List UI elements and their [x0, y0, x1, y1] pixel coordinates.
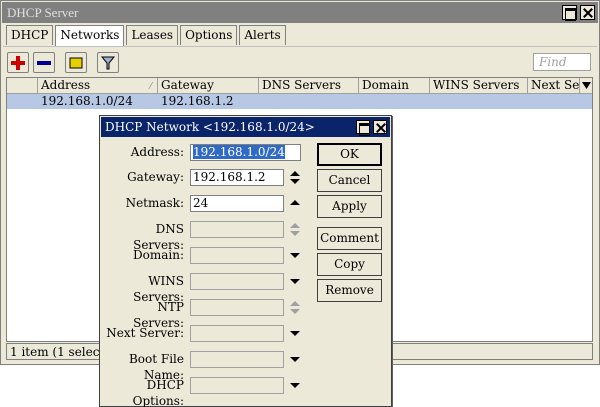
spin-up-icon[interactable]: [290, 223, 300, 228]
gateway-label: Gateway:: [127, 170, 184, 184]
remove-button[interactable]: Remove: [317, 279, 382, 302]
spin-up-icon[interactable]: [290, 301, 300, 306]
table-header: Address ⁄ Gateway DNS Servers Domain WIN…: [7, 78, 592, 94]
ntp-servers-spinner[interactable]: [289, 299, 301, 316]
tab-networks[interactable]: Networks: [55, 25, 125, 46]
wins-servers-field[interactable]: [190, 273, 284, 290]
address-field[interactable]: 192.168.1.0/24: [190, 144, 301, 161]
column-header-wins-servers[interactable]: WINS Servers: [430, 78, 528, 94]
netmask-spinner[interactable]: [289, 195, 301, 212]
ntp-servers-label: NTP Servers:: [133, 300, 184, 330]
column-header-next-server[interactable]: Next Serve: [528, 78, 580, 94]
filter-button[interactable]: [97, 52, 119, 73]
window-titlebar[interactable]: DHCP Server: [2, 2, 598, 23]
dhcp-options-field[interactable]: [190, 377, 284, 394]
gateway-spinner[interactable]: [289, 169, 301, 186]
dialog-titlebar[interactable]: DHCP Network <192.168.1.0/24>: [101, 117, 390, 137]
boot-file-name-label: Boot File Name:: [128, 352, 184, 382]
column-header-gateway[interactable]: Gateway: [158, 78, 259, 94]
maximize-icon[interactable]: [562, 5, 577, 21]
address-label: Address:: [130, 145, 184, 159]
copy-button[interactable]: Copy: [317, 253, 382, 276]
cell-address: 192.168.1.0/24: [41, 94, 133, 108]
gateway-field[interactable]: 192.168.1.2: [190, 169, 284, 186]
chevron-down-icon[interactable]: [290, 357, 300, 362]
dhcp-network-dialog: DHCP Network <192.168.1.0/24> Address: 1…: [99, 115, 392, 407]
plus-icon: [11, 56, 25, 70]
column-header-domain[interactable]: Domain: [359, 78, 430, 94]
next-server-field[interactable]: [190, 325, 284, 342]
chevron-down-icon[interactable]: [290, 383, 300, 388]
table-row[interactable]: 192.168.1.0/24 192.168.1.2: [7, 94, 592, 109]
tab-dhcp[interactable]: DHCP: [6, 25, 54, 45]
chevron-down-icon[interactable]: [290, 253, 300, 258]
domain-dropdown[interactable]: [289, 247, 301, 264]
column-header-dns-servers[interactable]: DNS Servers: [259, 78, 359, 94]
cell-gateway: 192.168.1.2: [161, 94, 234, 108]
spin-down-icon[interactable]: [290, 231, 300, 236]
dhcp-options-label: DHCP Options:: [132, 378, 184, 407]
next-server-label: Next Server:: [106, 326, 184, 340]
note-icon: [69, 57, 83, 69]
tab-alerts[interactable]: Alerts: [239, 25, 286, 45]
close-icon[interactable]: [580, 5, 595, 20]
tab-options[interactable]: Options: [180, 25, 238, 45]
dns-servers-label: DNS Servers:: [133, 222, 184, 252]
dialog-maximize-icon[interactable]: [356, 120, 370, 136]
find-input[interactable]: Find: [533, 53, 591, 71]
dhcp-options-dropdown[interactable]: [289, 377, 301, 394]
spin-up-icon[interactable]: [290, 171, 300, 176]
boot-file-name-dropdown[interactable]: [289, 351, 301, 368]
chevron-down-icon[interactable]: [290, 331, 300, 336]
netmask-field[interactable]: 24: [190, 195, 284, 212]
dialog-close-icon[interactable]: [373, 120, 387, 134]
domain-label: Domain:: [133, 248, 184, 262]
domain-field[interactable]: [190, 247, 284, 264]
tab-bar: DHCP Networks Leases Options Alerts: [6, 25, 288, 46]
column-header-blank: [7, 78, 38, 94]
comment-button[interactable]: [65, 52, 87, 73]
spin-up-icon[interactable]: [290, 200, 300, 205]
apply-button[interactable]: Apply: [317, 195, 382, 218]
wins-servers-dropdown[interactable]: [289, 273, 301, 290]
comment-button[interactable]: Comment: [317, 227, 382, 250]
filter-icon: [101, 56, 115, 70]
sort-icon: ⁄: [150, 82, 152, 92]
cancel-button[interactable]: Cancel: [317, 169, 382, 192]
window-title: DHCP Server: [7, 5, 79, 20]
chevron-down-icon[interactable]: [290, 279, 300, 284]
spin-down-icon[interactable]: [290, 179, 300, 184]
ok-button[interactable]: OK: [317, 143, 382, 166]
ntp-servers-field[interactable]: [190, 299, 284, 316]
netmask-label: Netmask:: [125, 196, 184, 210]
dialog-title: DHCP Network <192.168.1.0/24>: [105, 120, 315, 134]
add-button[interactable]: [7, 52, 29, 73]
dns-servers-field[interactable]: [190, 221, 284, 238]
next-server-dropdown[interactable]: [289, 325, 301, 342]
column-header-address[interactable]: Address: [38, 78, 158, 94]
column-menu-icon[interactable]: [582, 82, 591, 90]
dns-servers-spinner[interactable]: [289, 221, 301, 238]
wins-servers-label: WINS Servers:: [133, 274, 184, 304]
tab-leases[interactable]: Leases: [126, 25, 179, 45]
remove-button[interactable]: [33, 52, 55, 73]
boot-file-name-field[interactable]: [190, 351, 284, 368]
spin-down-icon[interactable]: [290, 309, 300, 314]
toolbar: Find: [3, 46, 597, 76]
minus-icon: [37, 61, 51, 65]
address-value: 192.168.1.0/24: [193, 145, 285, 159]
